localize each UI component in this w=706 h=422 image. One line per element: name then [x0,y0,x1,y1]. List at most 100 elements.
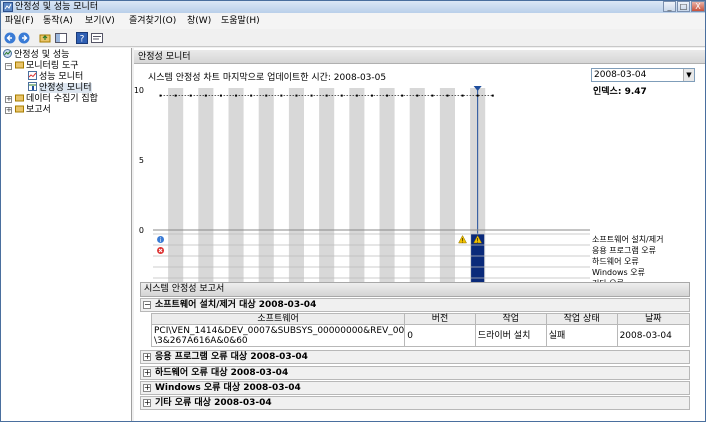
warning-icon-glyph: ! [476,238,478,245]
back-arrow-icon[interactable] [4,32,16,44]
section-hw-label: 하드웨어 오류 대상 2008-03-04 [155,368,289,378]
stability-point [431,94,434,97]
stability-point [340,94,343,97]
cell-software: PCI\VEN_1414&DEV_0007&SUBSYS_00000000&RE… [150,324,406,347]
folder-icon [15,94,24,102]
expand-icon[interactable]: + [143,369,151,377]
up-folder-icon[interactable] [39,32,51,44]
section-windows-failures[interactable]: + Windows 오류 대상 2008-03-04 [140,381,690,395]
event-row-label: 소프트웨어 설치/제거 [592,234,663,244]
stability-point [446,94,449,97]
chart-stripe [379,88,395,283]
expand-icon[interactable]: + [143,353,151,361]
column-header-date[interactable]: 날짜 [616,313,691,325]
menu-window[interactable]: 창(W) [187,13,211,29]
stability-chart[interactable]: 10 5 0 소프트웨어 설치/제거응용 프로그램 오류하드웨어 오류 Windows … [134,78,705,283]
properties-icon[interactable] [91,32,103,44]
section-misc-label: 기타 오류 대상 2008-03-04 [155,398,272,408]
column-header-version[interactable]: 버전 [404,313,476,325]
table-header-row: 소프트웨어 버전 작업 작업 상태 날짜 [150,313,691,325]
stability-point [295,94,298,97]
cell-action: 드라이버 설치 [474,324,547,347]
stability-point [280,94,283,97]
cell-version: 0 [404,324,476,347]
maximize-button[interactable]: □ [677,1,690,12]
table-row[interactable]: PCI\VEN_1414&DEV_0007&SUBSYS_00000000&RE… [150,324,691,347]
stability-point [174,94,177,97]
chart-stripe [439,88,455,283]
stability-point [310,94,313,97]
cell-software-line1: PCI\VEN_1414&DEV_0007&SUBSYS_00000000&RE… [154,325,405,336]
stability-point [491,94,494,97]
stability-point [370,94,373,97]
event-row-label: Windows 오류 [592,268,645,277]
menu-file[interactable]: 파일(F) [5,13,34,29]
stability-point [265,94,268,97]
tree-expand-toggle-reports[interactable]: + [5,107,12,114]
section-misc-failures[interactable]: + 기타 오류 대상 2008-03-04 [140,396,690,410]
tree-label-reports: 보고서 [26,105,51,115]
stability-point [189,94,192,97]
tree-label-root: 안정성 및 성능 [14,50,70,60]
svg-text:?: ? [80,35,85,45]
stability-point [401,94,404,97]
chart-stripe [168,88,184,283]
forward-arrow-icon[interactable] [18,32,30,44]
expand-icon[interactable]: + [143,399,151,407]
expand-icon[interactable]: + [143,384,151,392]
tree-label-reliability: 안정성 모니터 [39,83,92,93]
stability-point [204,94,207,97]
report-header: 시스템 안정성 보고서 [140,282,690,297]
tree-expand-toggle-collector[interactable]: + [5,96,12,103]
collapse-icon[interactable]: − [143,301,151,309]
tree-label-collector: 데이터 수집기 집합 [26,94,98,104]
title-bar: 안정성 및 성능 모니터 _ □ X [1,1,705,13]
stability-point [416,94,419,97]
folder-icon [15,61,24,69]
panel-header: 안정성 모니터 [134,50,705,64]
chart-stripe [319,88,335,283]
chart-stripe [409,88,425,283]
main-window: 안정성 및 성능 모니터 _ □ X 파일(F) 동작(A) 보기(V) 즐겨찾… [0,0,706,422]
stability-point [461,94,464,97]
cell-status: 실패 [545,324,618,347]
section-win-label: Windows 오류 대상 2008-03-04 [155,383,301,393]
section-software[interactable]: − 소프트웨어 설치/제거 대상 2008-03-04 [140,298,690,312]
section-software-label: 소프트웨어 설치/제거 대상 2008-03-04 [155,300,317,310]
event-row-label: 응용 프로그램 오류 [592,245,656,255]
column-header-software[interactable]: 소프트웨어 [150,313,406,325]
y-tick-label: 0 [139,226,144,235]
close-button[interactable]: X [691,1,705,12]
chart-stripe [228,88,244,283]
tree-item-reports[interactable]: 보고서 [15,104,51,116]
menu-action[interactable]: 동작(A) [43,13,73,29]
column-header-action[interactable]: 작업 [474,313,547,325]
menu-view[interactable]: 보기(V) [85,13,115,29]
software-table: 소프트웨어 버전 작업 작업 상태 날짜 PCI\VEN_1414&DEV_00… [150,313,691,347]
stability-point [476,94,479,97]
chart-stripe [198,88,214,283]
show-hide-tree-icon[interactable] [55,32,67,44]
navigation-tree: 안정성 및 성능 − 모니터링 도구 성능 모니터 안정성 모니터 + 데이터 … [1,48,132,421]
help-icon[interactable]: ? [76,32,88,44]
toolbar: ? [1,29,705,47]
menu-help[interactable]: 도움말(H) [221,13,260,29]
performance-monitor-icon [28,71,37,80]
tree-label-tools: 모니터링 도구 [26,61,79,71]
stability-point [325,94,328,97]
reliability-performance-icon [3,49,12,58]
section-app-label: 응용 프로그램 오류 대상 2008-03-04 [155,352,308,362]
menu-favorites[interactable]: 즐겨찾기(O) [129,13,176,29]
y-tick-label: 5 [139,156,144,165]
stability-point [355,94,358,97]
stability-point [386,94,389,97]
section-application-failures[interactable]: + 응용 프로그램 오류 대상 2008-03-04 [140,350,690,364]
reliability-monitor-icon [28,82,37,91]
stability-point [235,94,238,97]
section-hardware-failures[interactable]: + 하드웨어 오류 대상 2008-03-04 [140,366,690,380]
tree-collapse-toggle[interactable]: − [5,63,12,70]
column-header-status[interactable]: 작업 상태 [545,313,618,325]
window-title: 안정성 및 성능 모니터 [15,2,99,12]
stability-point [159,94,162,97]
minimize-button[interactable]: _ [663,1,676,12]
